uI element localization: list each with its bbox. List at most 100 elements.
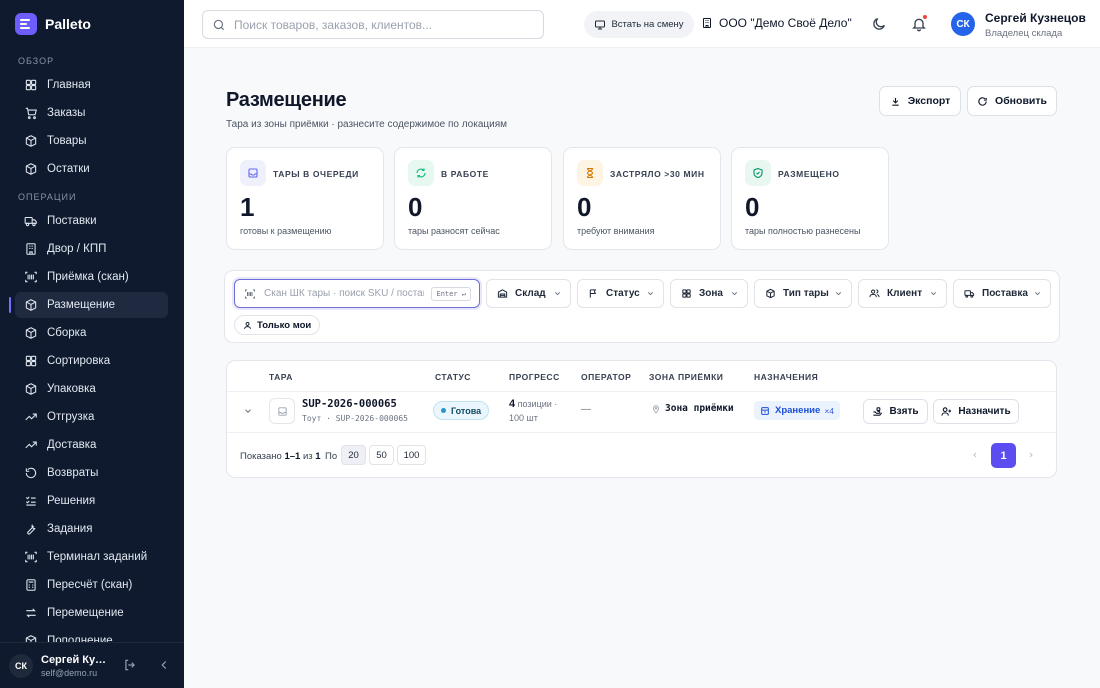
topbar: Поиск товаров, заказов, клиентов... Вста… [184,0,1100,48]
topbar-user-role: Владелец склада [985,28,1063,39]
building-icon [703,18,711,28]
filter-select[interactable]: Зона [670,279,748,308]
sidebar-section-label: ОПЕРАЦИИ [18,192,77,202]
grid-icon [24,78,38,92]
chevron-down-icon [930,292,937,296]
stat-card: ТАРЫ В ОЧЕРЕДИ 1 готовы к размещению [226,147,384,250]
sidebar-user: СК Сергей Кузнецов self@demo.ru [0,642,184,688]
sidebar-item[interactable]: Двор / КПП [15,236,168,262]
stat-card: РАЗМЕЩЕНО 0 тары полностью разнесены [731,147,889,250]
stat-value: 1 [240,192,255,222]
stat-value: 0 [408,192,423,222]
start-shift-button[interactable]: Встать на смену [584,11,694,38]
assignment-badge[interactable]: Хранение ×4 [754,401,841,420]
filter-select[interactable]: Статус [577,279,664,308]
scan-icon [24,550,38,564]
box-icon [24,326,38,340]
stat-label: ЗАСТРЯЛО >30 МИН [610,169,705,179]
column-header-tara[interactable]: ТАРА [269,372,293,382]
prev-page-icon[interactable] [963,443,987,467]
page-size-20[interactable]: 20 [341,445,366,465]
take-button[interactable]: Взять [863,399,928,424]
page-size-100[interactable]: 100 [397,445,426,465]
progress-qty: 100 шт [509,413,538,423]
column-header-assignments[interactable]: НАЗНАЧЕНИЯ [754,372,818,382]
sidebar-item-label: Отгрузка [47,411,95,423]
archive-icon [761,406,769,415]
list-check-icon [24,494,38,508]
org-switcher[interactable]: ООО "Демо Своё Дело" [701,16,852,30]
stat-description: требуют внимания [577,226,655,236]
building-icon [24,242,38,256]
operator: — [581,404,591,415]
avatar[interactable]: СК [9,653,33,678]
trend-icon [24,438,38,452]
current-page-button[interactable]: 1 [991,443,1016,468]
brand[interactable]: Palleto [0,0,184,48]
palleto-logo-icon [15,13,37,35]
collapse-sidebar-icon[interactable] [157,658,173,674]
next-page-icon[interactable] [1019,443,1043,467]
box-icon [24,298,38,312]
sidebar-item-label: Остатки [47,163,90,175]
filter-select[interactable]: Поставка [953,279,1051,308]
sidebar-item-label: Двор / КПП [47,243,107,255]
filter-select[interactable]: Клиент [858,279,947,308]
chevron-down-icon [731,292,738,296]
sidebar-item[interactable]: Приёмка (скан) [15,264,168,290]
filter-select[interactable]: Тип тары [754,279,852,308]
export-button[interactable]: Экспорт [879,86,961,116]
sidebar-item[interactable]: Упаковка [15,376,168,402]
sidebar-item[interactable]: Решения [15,488,168,514]
map-pin-icon [653,404,659,413]
theme-toggle-moon-icon[interactable] [871,16,887,32]
sidebar-item[interactable]: Остатки [15,156,168,182]
only-mine-toggle[interactable]: Только мои [234,315,321,335]
chevron-down-icon[interactable] [243,405,253,415]
sidebar-item-label: Задания [47,523,93,535]
avatar[interactable]: СК [951,12,975,36]
sidebar-item[interactable]: Размещение [9,292,168,318]
sidebar-item[interactable]: Товары [15,128,168,154]
filter-select[interactable]: Склад [486,279,571,308]
stat-label: ТАРЫ В ОЧЕРЕДИ [273,169,359,179]
notifications-bell-icon[interactable] [911,14,928,32]
page-size-50[interactable]: 50 [369,445,394,465]
scan-placeholder: Скан ШК тары · поиск SKU / поставщика [264,288,424,299]
tara-code[interactable]: SUP-2026-000065 [302,398,397,410]
box-icon [765,288,776,299]
assign-button[interactable]: Назначить [933,399,1019,424]
sidebar-item[interactable]: Заказы [15,100,168,126]
stat-description: тары разносят сейчас [408,226,500,236]
receiving-zone: Зона приёмки [651,403,734,414]
sidebar-item[interactable]: Возвраты [15,460,168,486]
arrows-icon [24,606,38,620]
scan-icon [24,270,38,284]
sidebar-item[interactable]: Главная [15,72,168,98]
refresh-button[interactable]: Обновить [967,86,1057,116]
column-header-zone[interactable]: ЗОНА ПРИЁМКИ [649,372,723,382]
global-search-input[interactable]: Поиск товаров, заказов, клиентов... [202,10,544,39]
column-header-progress[interactable]: ПРОГРЕСС [509,372,560,382]
sidebar-item[interactable]: Пересчёт (скан) [15,572,168,598]
sidebar-item-label: Решения [47,495,96,507]
sidebar-item[interactable]: Поставки [15,208,168,234]
sidebar-item-label: Главная [47,79,91,91]
sidebar-item[interactable]: Доставка [15,432,168,458]
sidebar-item[interactable]: Сортировка [15,348,168,374]
sidebar-item[interactable]: Отгрузка [15,404,168,430]
notification-badge [922,14,928,20]
sidebar-item[interactable]: Задания [15,516,168,542]
stat-value: 0 [745,192,760,222]
tara-table: ТАРА СТАТУС ПРОГРЕСС ОПЕРАТОР ЗОНА ПРИЁМ… [226,360,1057,478]
sidebar-item[interactable]: Терминал заданий [15,544,168,570]
enter-key-hint: Enter ↵ [431,287,471,301]
topbar-user[interactable]: Сергей Кузнецов Владелец склада [985,11,1086,39]
sidebar-item[interactable]: Сборка [15,320,168,346]
column-header-status[interactable]: СТАТУС [435,372,471,382]
column-header-operator[interactable]: ОПЕРАТОР [581,372,631,382]
scan-input[interactable]: Скан ШК тары · поиск SKU / поставщика En… [234,279,480,308]
sidebar-item-label: Перемещение [47,607,124,619]
logout-icon[interactable] [123,658,139,674]
sidebar-item[interactable]: Перемещение [15,600,168,626]
